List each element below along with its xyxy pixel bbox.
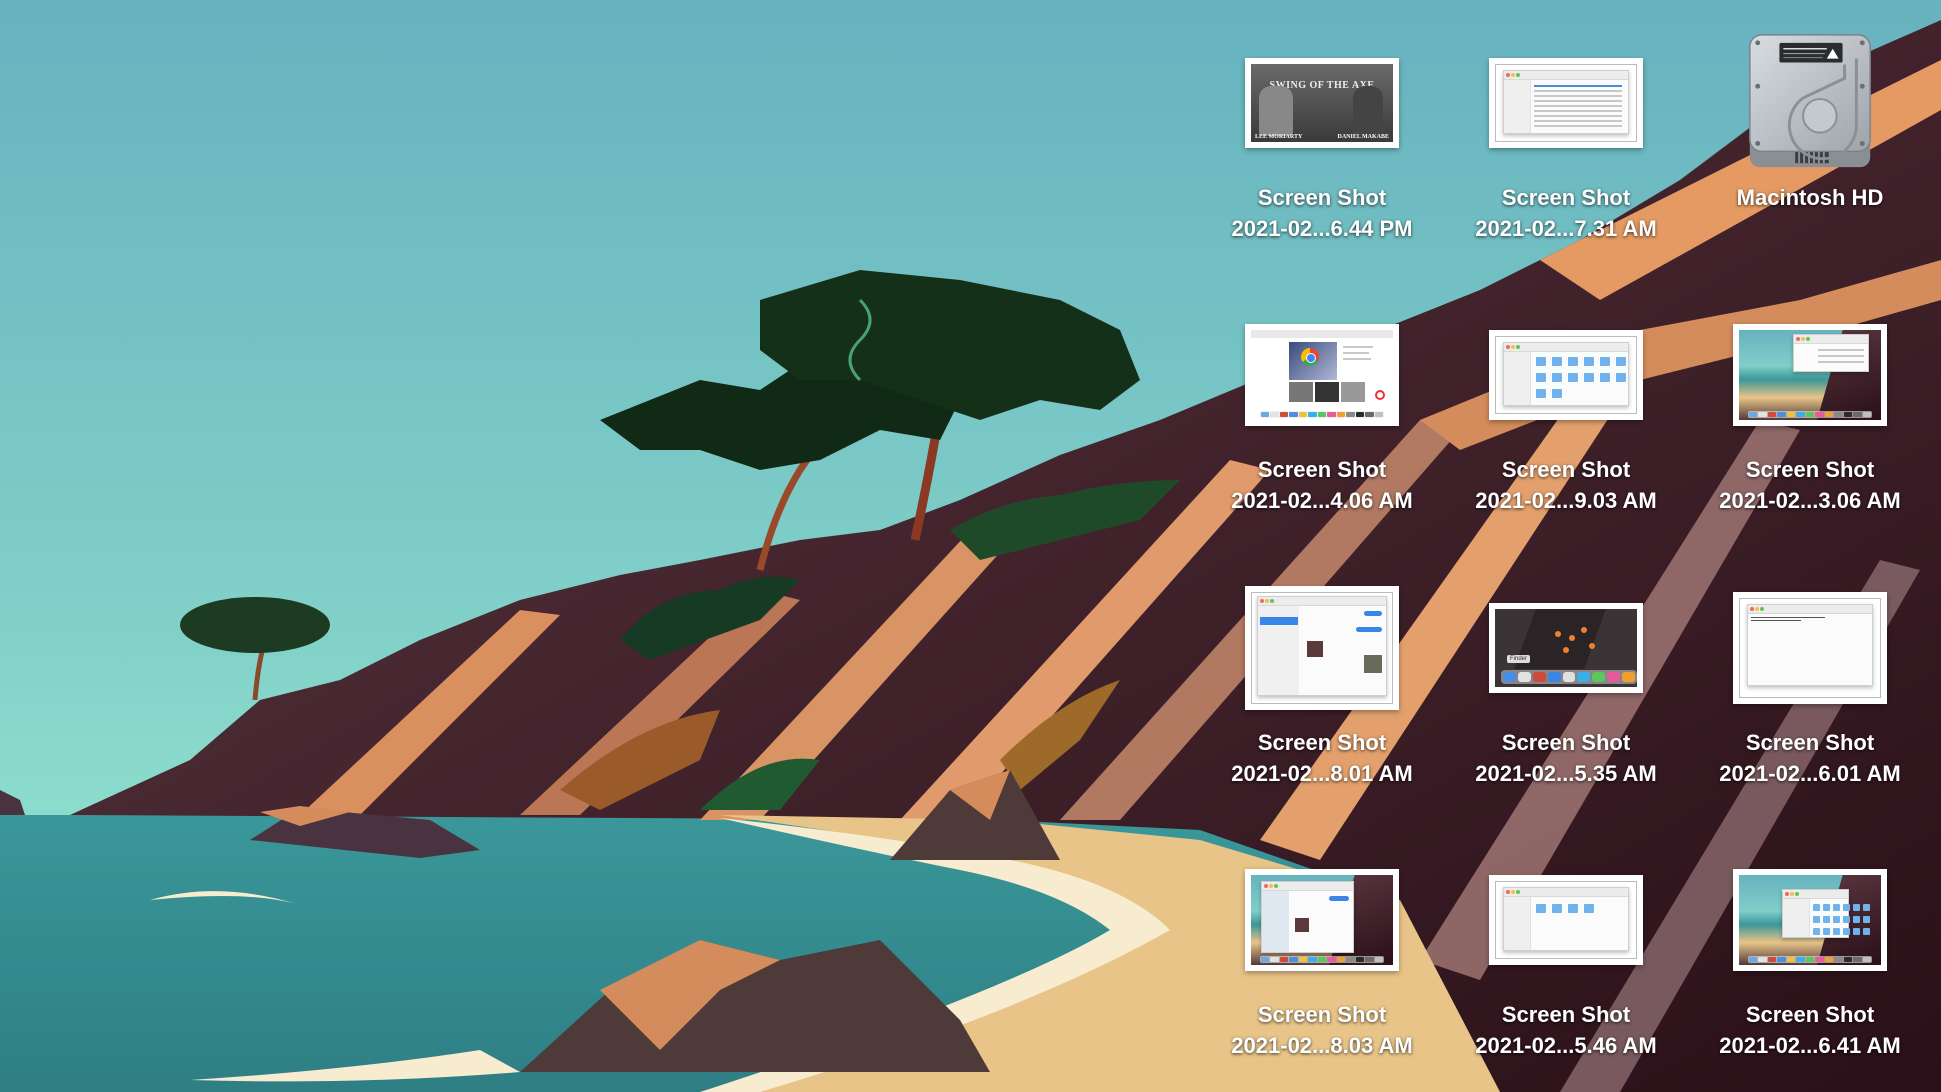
screenshot-thumbnail bbox=[1489, 875, 1643, 965]
thumb-finder-window bbox=[1503, 887, 1629, 951]
desktop-icon-screenshot[interactable]: SWING OF THE AXE LEE MORIARTY DANIEL MAKAB… bbox=[1202, 28, 1442, 244]
icon-image bbox=[1690, 573, 1930, 723]
icon-label-line1: Screen Shot bbox=[1501, 1002, 1631, 1027]
icon-label: Screen Shot 2021-02...6.41 AM bbox=[1690, 999, 1930, 1061]
icon-label-line2: 2021-02...4.06 AM bbox=[1231, 488, 1413, 513]
screenshot-thumbnail bbox=[1733, 592, 1887, 704]
desktop-icon-screenshot[interactable]: Finder Screen Shot 2021-02...5.35 AM bbox=[1446, 573, 1686, 789]
screenshot-thumbnail bbox=[1489, 330, 1643, 420]
icon-label-line1: Screen Shot bbox=[1745, 1002, 1875, 1027]
poster-left-name: LEE MORIARTY bbox=[1255, 134, 1303, 140]
screenshot-thumbnail: SWING OF THE AXE LEE MORIARTY DANIEL MAKAB… bbox=[1245, 58, 1399, 148]
screenshot-thumbnail: Finder bbox=[1489, 603, 1643, 693]
icon-image bbox=[1202, 845, 1442, 995]
icon-label: Screen Shot 2021-02...6.44 PM bbox=[1202, 182, 1442, 244]
icon-label-line1: Macintosh HD bbox=[1736, 185, 1884, 210]
icon-label-line1: Screen Shot bbox=[1257, 185, 1387, 210]
icon-label-line2: 2021-02...6.44 PM bbox=[1231, 216, 1413, 241]
chrome-logo-icon bbox=[1289, 342, 1337, 380]
icon-image: Finder bbox=[1446, 573, 1686, 723]
icon-label: Screen Shot 2021-02...5.46 AM bbox=[1446, 999, 1686, 1061]
icon-label-line2: 2021-02...8.03 AM bbox=[1231, 1033, 1413, 1058]
desktop-icon-screenshot[interactable]: Screen Shot 2021-02...8.01 AM bbox=[1202, 573, 1442, 789]
desktop-icon-screenshot[interactable]: Screen Shot 2021-02...8.03 AM bbox=[1202, 845, 1442, 1061]
screenshot-thumbnail bbox=[1245, 324, 1399, 426]
icon-label-line1: Screen Shot bbox=[1257, 1002, 1387, 1027]
icon-label: Screen Shot 2021-02...8.03 AM bbox=[1202, 999, 1442, 1061]
icon-image bbox=[1202, 300, 1442, 450]
thumb-messages-window bbox=[1257, 596, 1387, 696]
icon-label-line2: 2021-02...6.41 AM bbox=[1719, 1033, 1901, 1058]
icon-image: SWING OF THE AXE LEE MORIARTY DANIEL MAKAB… bbox=[1202, 28, 1442, 178]
icon-label: Screen Shot 2021-02...9.03 AM bbox=[1446, 454, 1686, 516]
hard-drive-icon bbox=[1749, 34, 1871, 168]
icon-label: Screen Shot 2021-02...4.06 AM bbox=[1202, 454, 1442, 516]
icon-label: Screen Shot 2021-02...7.31 AM bbox=[1446, 182, 1686, 244]
icon-label-line2: 2021-02...5.35 AM bbox=[1475, 761, 1657, 786]
icon-label-line1: Screen Shot bbox=[1501, 185, 1631, 210]
icon-label-line2: 2021-02...3.06 AM bbox=[1719, 488, 1901, 513]
thumb-finder-window bbox=[1503, 342, 1629, 406]
icon-image bbox=[1446, 28, 1686, 178]
icon-label: Screen Shot 2021-02...5.35 AM bbox=[1446, 727, 1686, 789]
thumb-finder-window bbox=[1781, 889, 1870, 938]
icon-image bbox=[1690, 845, 1930, 995]
thumb-terminal-window bbox=[1747, 604, 1873, 686]
icon-label-line1: Screen Shot bbox=[1501, 457, 1631, 482]
screenshot-thumbnail bbox=[1733, 869, 1887, 971]
screenshot-thumbnail bbox=[1733, 324, 1887, 426]
dock-tooltip: Finder bbox=[1507, 655, 1531, 663]
icon-image bbox=[1446, 845, 1686, 995]
thumb-dock bbox=[1747, 411, 1873, 418]
icon-label-line1: Screen Shot bbox=[1745, 457, 1875, 482]
screenshot-thumbnail bbox=[1489, 58, 1643, 148]
desktop-icon-screenshot[interactable]: Screen Shot 2021-02...3.06 AM bbox=[1690, 300, 1930, 516]
icon-label: Screen Shot 2021-02...8.01 AM bbox=[1202, 727, 1442, 789]
icon-image bbox=[1202, 573, 1442, 723]
screenshot-thumbnail bbox=[1245, 869, 1399, 971]
thumb-dock bbox=[1259, 956, 1385, 963]
icon-label-line2: 2021-02...9.03 AM bbox=[1475, 488, 1657, 513]
icon-label: Screen Shot 2021-02...3.06 AM bbox=[1690, 454, 1930, 516]
screenshot-thumbnail bbox=[1245, 586, 1399, 710]
desktop-icon-macintosh-hd[interactable]: Macintosh HD bbox=[1690, 28, 1930, 213]
thumb-messages-window bbox=[1261, 881, 1354, 954]
icon-label-line2: 2021-02...8.01 AM bbox=[1231, 761, 1413, 786]
icon-image bbox=[1446, 300, 1686, 450]
icon-image bbox=[1690, 28, 1930, 178]
thumb-dock bbox=[1501, 670, 1637, 684]
icon-label-line2: 2021-02...7.31 AM bbox=[1475, 216, 1657, 241]
desktop-icon-screenshot[interactable]: Screen Shot 2021-02...6.01 AM bbox=[1690, 573, 1930, 789]
thumb-finder-window bbox=[1792, 334, 1869, 372]
icon-label: Macintosh HD bbox=[1690, 182, 1930, 213]
icon-label-line2: 2021-02...5.46 AM bbox=[1475, 1033, 1657, 1058]
icon-label-line1: Screen Shot bbox=[1745, 730, 1875, 755]
poster-right-name: DANIEL MAKABE bbox=[1337, 134, 1389, 140]
icon-label: Screen Shot 2021-02...6.01 AM bbox=[1690, 727, 1930, 789]
thumb-dock bbox=[1747, 956, 1873, 963]
desktop-icon-screenshot[interactable]: Screen Shot 2021-02...7.31 AM bbox=[1446, 28, 1686, 244]
desktop-icon-screenshot[interactable]: Screen Shot 2021-02...5.46 AM bbox=[1446, 845, 1686, 1061]
icon-label-line1: Screen Shot bbox=[1257, 457, 1387, 482]
icon-label-line2: 2021-02...6.01 AM bbox=[1719, 761, 1901, 786]
icon-label-line1: Screen Shot bbox=[1501, 730, 1631, 755]
icon-image bbox=[1690, 300, 1930, 450]
thumb-dock bbox=[1259, 411, 1385, 418]
desktop-icon-screenshot[interactable]: Screen Shot 2021-02...9.03 AM bbox=[1446, 300, 1686, 516]
desktop-icon-screenshot[interactable]: Screen Shot 2021-02...4.06 AM bbox=[1202, 300, 1442, 516]
desktop-icon-screenshot[interactable]: Screen Shot 2021-02...6.41 AM bbox=[1690, 845, 1930, 1061]
icon-label-line1: Screen Shot bbox=[1257, 730, 1387, 755]
thumb-finder-window bbox=[1503, 70, 1629, 134]
